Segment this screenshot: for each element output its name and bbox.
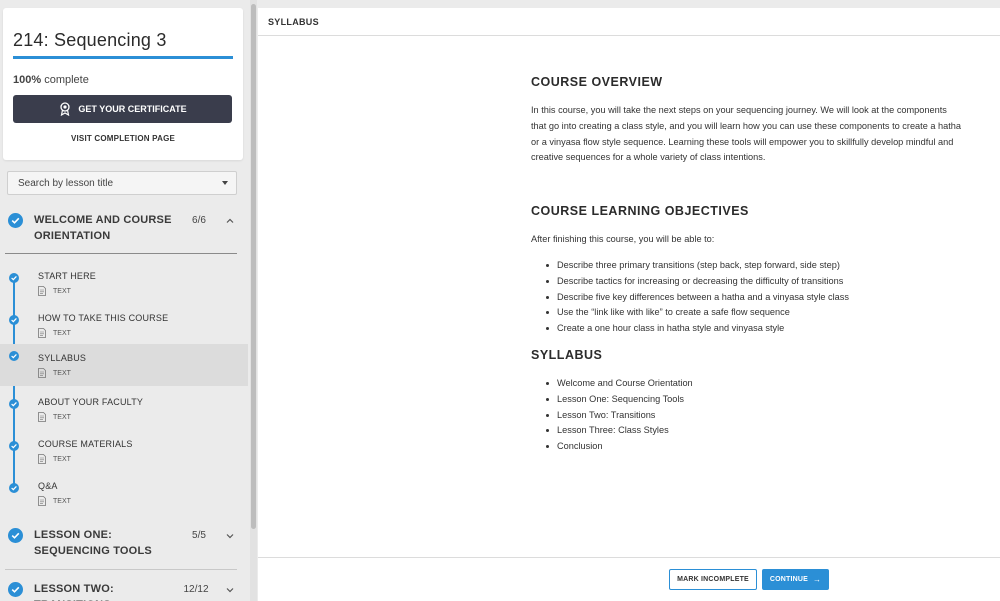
list-item: Lesson Three: Class Styles (546, 423, 693, 439)
lesson-search-select[interactable]: Search by lesson title (7, 171, 237, 195)
progress-percent: 100% (13, 74, 42, 86)
syllabus-heading: SYLLABUS (531, 348, 603, 362)
lesson-content-panel: SYLLABUS COURSE OVERVIEW In this course,… (258, 8, 1000, 601)
section-count: 12/12 (183, 584, 209, 595)
award-icon (60, 102, 71, 116)
objectives-intro: After finishing this course, you will be… (531, 234, 715, 244)
continue-label: CONTINUE (769, 576, 808, 583)
check-icon (9, 315, 19, 325)
course-overview-text: In this course, you will take the next s… (531, 105, 962, 163)
lesson-type: TEXT (53, 370, 71, 377)
section-header-lesson-one[interactable]: LESSON ONE: SEQUENCING TOOLS 5/5 (0, 525, 248, 563)
document-icon (38, 496, 46, 506)
section-count: 6/6 (192, 215, 206, 226)
lesson-header: SYLLABUS (258, 8, 1000, 36)
check-icon (9, 273, 19, 283)
section-title: LESSON ONE: SEQUENCING TOOLS (34, 529, 152, 557)
check-circle-icon (8, 582, 23, 597)
list-item: Conclusion (546, 439, 693, 455)
section-header-welcome[interactable]: WELCOME AND COURSE ORIENTATION 6/6 (0, 210, 248, 250)
section-title: WELCOME AND COURSE ORIENTATION (34, 214, 172, 242)
course-title: 214: Sequencing 3 (13, 30, 167, 50)
lesson-item-syllabus[interactable]: SYLLABUS TEXT (0, 344, 248, 386)
document-icon (38, 328, 46, 338)
lesson-type: TEXT (53, 414, 71, 421)
lesson-title: HOW TO TAKE THIS COURSE (38, 313, 169, 323)
check-icon (9, 351, 19, 361)
list-item: Welcome and Course Orientation (546, 376, 693, 392)
lesson-title: SYLLABUS (38, 353, 87, 363)
document-icon (38, 368, 46, 378)
sidebar-scrollbar[interactable] (250, 0, 257, 601)
section-count: 5/5 (192, 530, 206, 541)
lesson-item-start-here[interactable]: START HERE TEXT (0, 263, 248, 305)
lesson-title: COURSE MATERIALS (38, 439, 133, 449)
section-title: LESSON TWO: TRANSITIONS (34, 583, 114, 601)
list-item: Describe three primary transitions (step… (546, 258, 849, 274)
check-circle-icon (8, 213, 23, 228)
lesson-type: TEXT (53, 288, 71, 295)
chevron-down-icon[interactable] (225, 531, 235, 541)
lesson-title: START HERE (38, 271, 97, 281)
lesson-search-label: Search by lesson title (18, 178, 114, 189)
lesson-type: TEXT (53, 498, 71, 505)
lesson-header-title: SYLLABUS (268, 17, 319, 27)
section-divider (5, 253, 237, 254)
course-sidebar: 214: Sequencing 3 100% complete GET YOUR… (0, 0, 248, 601)
chevron-up-icon[interactable] (225, 216, 235, 226)
progress-text: 100% complete (13, 74, 89, 86)
lesson-title: ABOUT YOUR FACULTY (38, 397, 144, 407)
course-overview-heading: COURSE OVERVIEW (531, 75, 663, 89)
objectives-heading: COURSE LEARNING OBJECTIVES (531, 204, 749, 218)
list-item: Use the “link like with like” to create … (546, 305, 849, 321)
check-circle-icon (8, 528, 23, 543)
visit-completion-page-link[interactable]: VISIT COMPLETION PAGE (3, 134, 243, 143)
lesson-item-course-materials[interactable]: COURSE MATERIALS TEXT (0, 431, 248, 473)
lesson-type: TEXT (53, 456, 71, 463)
section-header-lesson-two[interactable]: LESSON TWO: TRANSITIONS 12/12 (0, 579, 248, 601)
section-divider (5, 569, 237, 570)
list-item: Lesson One: Sequencing Tools (546, 392, 693, 408)
lesson-item-how-to-take[interactable]: HOW TO TAKE THIS COURSE TEXT (0, 305, 248, 347)
mark-incomplete-button[interactable]: MARK INCOMPLETE (669, 569, 757, 590)
list-item: Describe five key differences between a … (546, 290, 849, 306)
get-certificate-label: GET YOUR CERTIFICATE (78, 104, 187, 114)
list-item: Lesson Two: Transitions (546, 408, 693, 424)
lesson-item-about-faculty[interactable]: ABOUT YOUR FACULTY TEXT (0, 389, 248, 431)
check-icon (9, 483, 19, 493)
list-item: Create a one hour class in hatha style a… (546, 321, 849, 337)
caret-down-icon (222, 181, 228, 185)
document-icon (38, 412, 46, 422)
progress-suffix: complete (44, 74, 89, 86)
progress-bar-fill (13, 56, 233, 59)
chevron-down-icon[interactable] (225, 585, 235, 595)
lesson-item-qa[interactable]: Q&A TEXT (0, 473, 248, 515)
lesson-footer: MARK INCOMPLETE CONTINUE → (258, 557, 1000, 601)
progress-bar (13, 56, 233, 59)
lesson-title: Q&A (38, 481, 58, 491)
document-icon (38, 454, 46, 464)
list-item: Describe tactics for increasing or decre… (546, 274, 849, 290)
get-certificate-button[interactable]: GET YOUR CERTIFICATE (13, 95, 232, 123)
check-icon (9, 441, 19, 451)
syllabus-list: Welcome and Course Orientation Lesson On… (546, 376, 693, 455)
objectives-list: Describe three primary transitions (step… (546, 258, 849, 337)
continue-button[interactable]: CONTINUE → (762, 569, 829, 590)
lesson-type: TEXT (53, 330, 71, 337)
course-card: 214: Sequencing 3 100% complete GET YOUR… (3, 8, 243, 160)
arrow-right-icon: → (812, 575, 822, 584)
scrollbar-thumb[interactable] (251, 4, 256, 529)
check-icon (9, 399, 19, 409)
document-icon (38, 286, 46, 296)
